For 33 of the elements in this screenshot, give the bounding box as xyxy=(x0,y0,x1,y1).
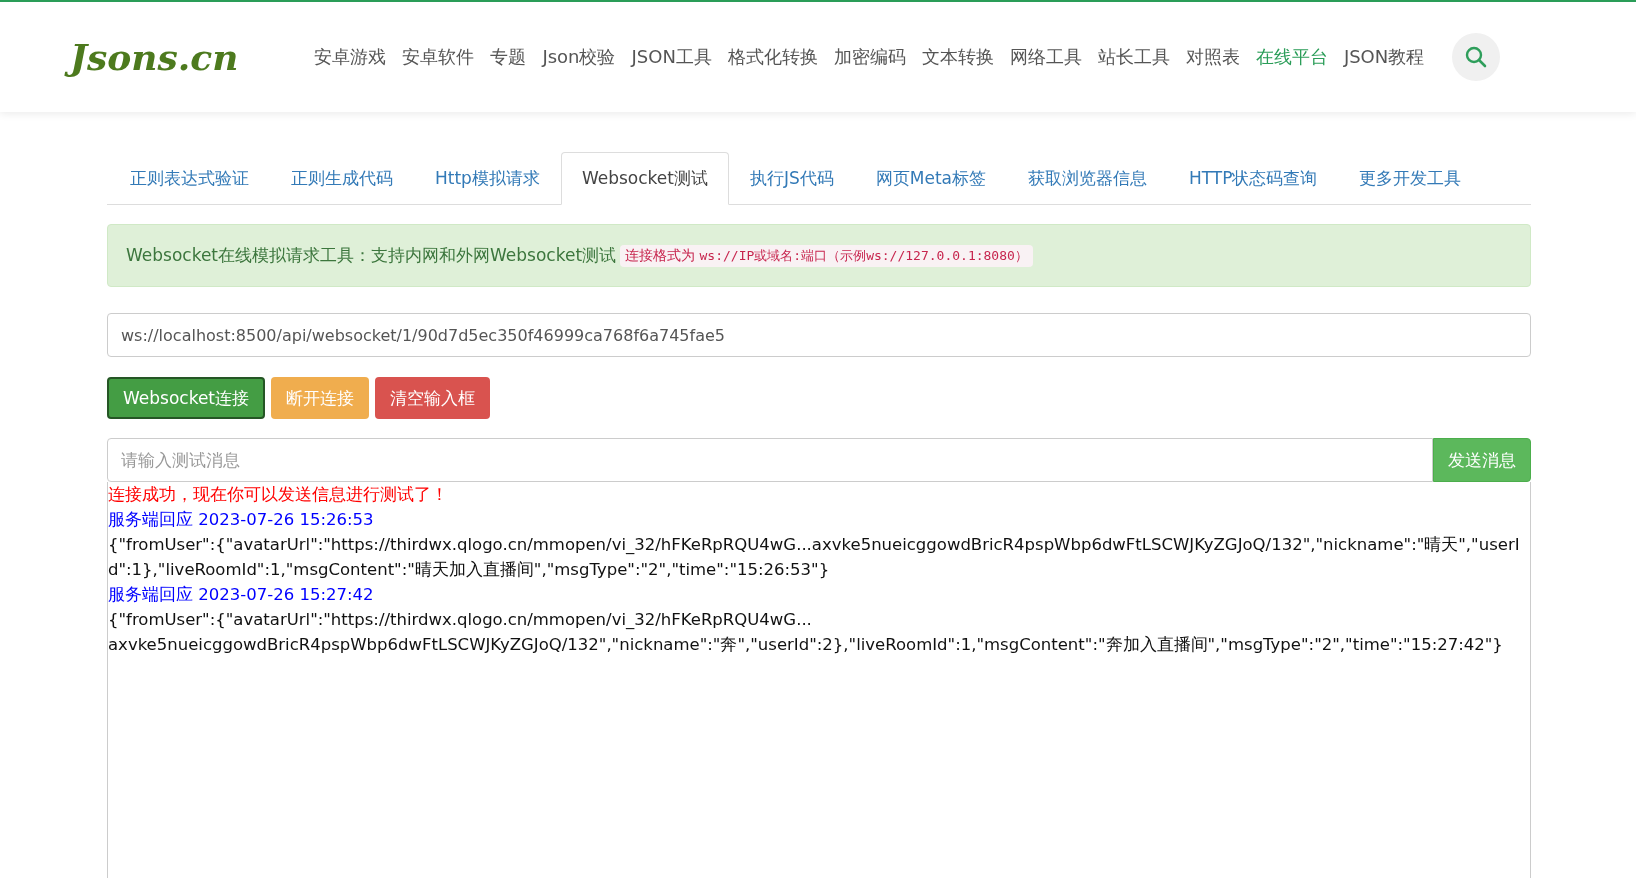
tool-tab[interactable]: Http模拟请求 xyxy=(414,152,561,205)
nav-link[interactable]: 文本转换 xyxy=(913,45,1002,69)
tool-tab[interactable]: 获取浏览器信息 xyxy=(1006,152,1168,205)
nav-link[interactable]: Json校验 xyxy=(534,45,624,69)
nav-link[interactable]: 网络工具 xyxy=(1001,45,1090,69)
tool-tab[interactable]: HTTP状态码查询 xyxy=(1167,152,1339,205)
response-body: {"fromUser":{"avatarUrl":"https://thirdwx.qlogo.cn/mmopen/vi_32/hFKeRpRQU4wG... axvke5nueicggowdBricR4pspWbp6dwFtLSCWJKyZGJoQ/132","nickname":"奔","userId":2},"liveRoomId":1,"msgContent":"奔加入直播间","msgType":"2","time":"15:27:42"} xyxy=(108,609,1504,656)
tool-tab[interactable]: 网页Meta标签 xyxy=(854,152,1007,205)
nav-link[interactable]: 加密编码 xyxy=(825,45,914,69)
nav-link[interactable]: 专题 xyxy=(482,45,535,69)
format-hint: 连接格式为 ws://IP或域名:端口（示例ws://127.0.0.1:8080） xyxy=(620,244,1033,267)
search-icon xyxy=(1465,46,1488,68)
url-field[interactable]: ws://localhost:8500/api/websocket/1/90d7d5ec350f46999ca768f6a745fae5 xyxy=(107,313,1531,357)
status-message: 连接成功，现在你可以发送信息进行测试了！ xyxy=(108,484,449,506)
response-body: {"fromUser":{"avatarUrl":"https://thirdwx.qlogo.cn/mmopen/vi_32/hFKeRpRQU4wG...axvke5nueicggowdBricR4pspWbp6dwFtLSCWJKyZGJoQ/132","nickname":"晴天","userId":1},"liveRoomId":1,"msgContent":"晴天加入直播间","msgType":"2","time":"15:26:53"} xyxy=(108,534,1521,581)
tool-tab[interactable]: 正则表达式验证 xyxy=(109,152,270,205)
nav-link[interactable]: 安卓软件 xyxy=(394,45,483,69)
response-header: 服务端回应 2023-07-26 15:26:53 xyxy=(108,509,375,531)
nav-link[interactable]: 格式化转换 xyxy=(719,45,826,69)
nav-link[interactable]: 对照表 xyxy=(1177,45,1248,69)
tool-tab[interactable]: 正则生成代码 xyxy=(270,152,414,205)
search-button[interactable] xyxy=(1452,33,1501,81)
nav-link[interactable]: JSON教程 xyxy=(1335,45,1433,69)
tool-tab[interactable]: 更多开发工具 xyxy=(1338,152,1483,205)
nav-link[interactable]: 站长工具 xyxy=(1089,45,1178,69)
nav-link[interactable]: JSON工具 xyxy=(623,45,720,69)
tool-tab[interactable]: 执行JS代码 xyxy=(728,152,855,205)
message-field[interactable]: 请输入测试消息 xyxy=(107,438,1433,482)
banner-text: Websocket在线模拟请求工具：支持内网和外网Websocket测试 xyxy=(126,244,617,267)
nav-link[interactable]: 安卓游戏 xyxy=(306,45,395,69)
action-button[interactable]: 清空输入框 xyxy=(375,377,491,419)
response-header: 服务端回应 2023-07-26 15:27:42 xyxy=(108,584,375,606)
tool-tab[interactable]: Websocket测试 xyxy=(560,152,729,205)
